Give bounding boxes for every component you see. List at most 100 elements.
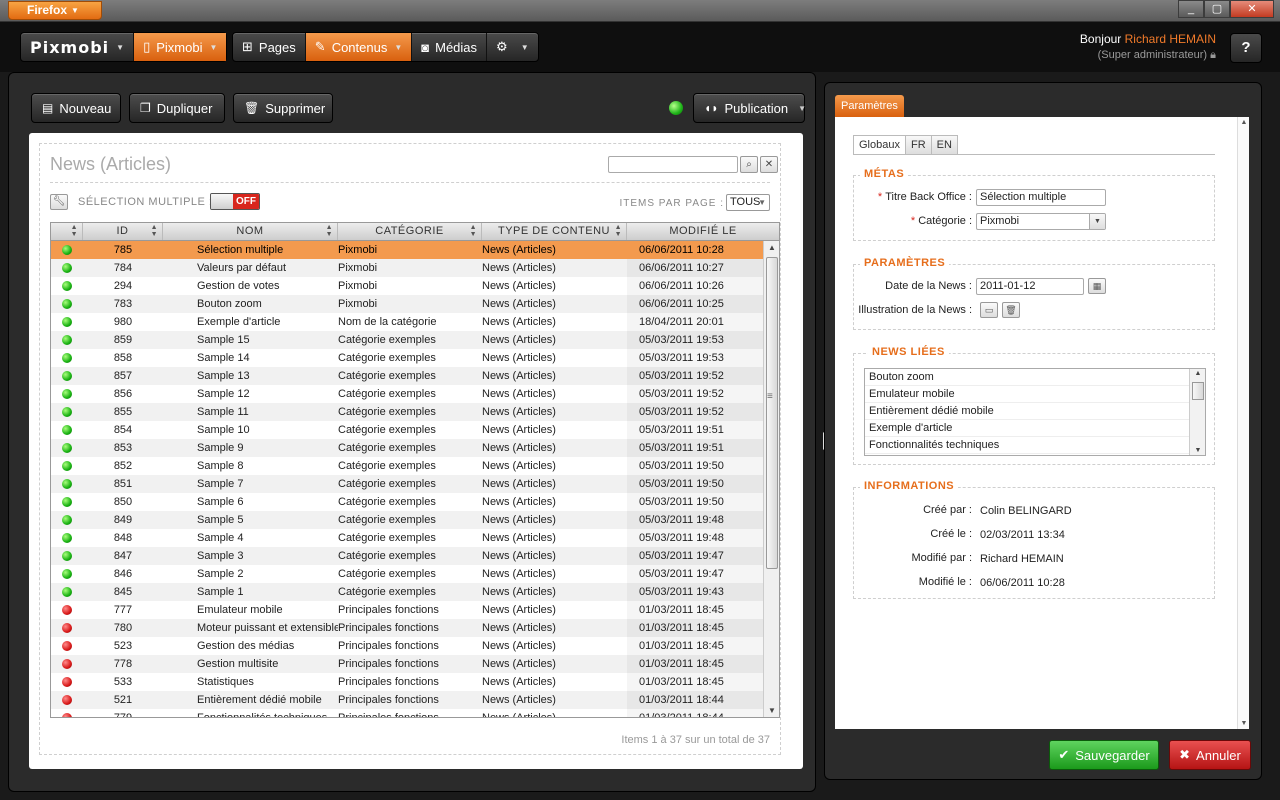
name-cell: Entièrement dédié mobile: [197, 694, 322, 706]
list-item[interactable]: Emulateur mobile: [865, 386, 1205, 403]
table-row[interactable]: 852 Sample 8 Catégorie exemples News (Artic…: [51, 457, 779, 475]
delete-button[interactable]: 🗑︎ Supprimer: [233, 93, 333, 123]
name-cell: Sample 9: [197, 442, 244, 454]
table-row[interactable]: 858 Sample 14 Catégorie exemples News (Arti…: [51, 349, 779, 367]
user-name-link[interactable]: Richard HEMAIN: [1125, 32, 1216, 46]
cancel-button[interactable]: ✖ Annuler: [1169, 740, 1251, 770]
table-row[interactable]: 784 Valeurs par défaut Pixmobi News (Articl…: [51, 259, 779, 277]
table-row[interactable]: 294 Gestion de votes Pixmobi News (Articles…: [51, 277, 779, 295]
table-row[interactable]: 846 Sample 2 Catégorie exemples News (Artic…: [51, 565, 779, 583]
table-row[interactable]: 523 Gestion des médias Principales fonctio…: [51, 637, 779, 655]
logo-menu[interactable]: Pixmobi ▼: [21, 33, 135, 61]
status-dot-icon: [62, 605, 72, 615]
scroll-down-icon[interactable]: ▼: [764, 706, 779, 715]
table-row[interactable]: 778 Gestion multisite Principales fonction…: [51, 655, 779, 673]
site-selector[interactable]: ▯ Pixmobi ▼: [134, 33, 227, 61]
table-scrollbar[interactable]: ▲ ≡ ▼: [763, 241, 779, 717]
list-item[interactable]: Bouton zoom: [865, 369, 1205, 386]
table-row[interactable]: 851 Sample 7 Catégorie exemples News (Artic…: [51, 475, 779, 493]
table-row[interactable]: 855 Sample 11 Catégorie exemples News (Arti…: [51, 403, 779, 421]
table-row[interactable]: 777 Emulateur mobile Principales fonctions…: [51, 601, 779, 619]
browse-image-button[interactable]: ▭: [980, 302, 998, 318]
nav-settings[interactable]: ⚙ ▼: [487, 33, 538, 61]
list-item[interactable]: Exemple d'article: [865, 420, 1205, 437]
list-item[interactable]: Entièrement dédié mobile: [865, 403, 1205, 420]
category-cell: Pixmobi: [338, 262, 378, 274]
column-header-modified[interactable]: MODIFIÉ LE▼: [627, 223, 779, 240]
column-header-id[interactable]: ID ▲ ▼: [83, 223, 163, 240]
nav-medias[interactable]: ◙ Médias: [412, 33, 488, 61]
table-row[interactable]: 850 Sample 6 Catégorie exemples News (Artic…: [51, 493, 779, 511]
maximize-button[interactable]: ▢: [1204, 0, 1230, 18]
table-row[interactable]: 779Fonctionnalités techniquesPrincipales…: [51, 709, 779, 717]
scroll-down-icon[interactable]: ▼: [1238, 720, 1250, 727]
table-row[interactable]: 854 Sample 10 Catégorie exemples News (Arti…: [51, 421, 779, 439]
category-select[interactable]: Pixmobi ▼: [976, 213, 1106, 230]
table-row[interactable]: 849 Sample 5 Catégorie exemples News (Artic…: [51, 511, 779, 529]
table-row[interactable]: 780 Moteur puissant et extensible Principa…: [51, 619, 779, 637]
table-row[interactable]: 848 Sample 4 Catégorie exemples News (Artic…: [51, 529, 779, 547]
chevron-down-icon: ▼: [520, 42, 529, 52]
status-cell: [51, 583, 83, 601]
clear-search-button[interactable]: ✕: [760, 156, 778, 173]
table-row[interactable]: 783 Bouton zoom Pixmobi News (Articles) 06/0…: [51, 295, 779, 313]
table-row[interactable]: 521 Entièrement dédié mobile Principales f…: [51, 691, 779, 709]
help-button[interactable]: ?: [1230, 33, 1262, 63]
table-row[interactable]: 853 Sample 9 Catégorie exemples News (Artic…: [51, 439, 779, 457]
duplicate-button[interactable]: ❐ Dupliquer: [129, 93, 225, 123]
scrollbar-thumb[interactable]: [1192, 382, 1204, 400]
nav-pages[interactable]: ⊞ Pages: [233, 33, 306, 61]
tab-parameters[interactable]: Paramètres: [835, 95, 904, 117]
title-field[interactable]: Sélection multiple: [976, 189, 1106, 206]
close-window-button[interactable]: ✕: [1230, 0, 1274, 18]
related-news-list[interactable]: Bouton zoom Emulateur mobile Entièrement d…: [864, 368, 1206, 456]
table-row[interactable]: 845 Sample 1 Catégorie exemples News (Artic…: [51, 583, 779, 601]
table-row[interactable]: 857 Sample 13 Catégorie exemples News (Arti…: [51, 367, 779, 385]
scroll-down-icon[interactable]: ▼: [1190, 447, 1205, 454]
id-cell: 850: [113, 496, 133, 508]
new-button[interactable]: ▤ Nouveau: [31, 93, 121, 123]
scroll-up-icon[interactable]: ▲: [764, 243, 779, 252]
column-header-status[interactable]: ▲ ▼: [51, 223, 83, 240]
tab-fr[interactable]: FR: [904, 135, 932, 154]
metas-section: MÉTAS * Titre Back Office : Sélection mul…: [853, 168, 1215, 241]
scroll-up-icon[interactable]: ▲: [1238, 119, 1250, 126]
sort-icon: ▲ ▼: [70, 224, 78, 238]
search-button[interactable]: ⌕: [740, 156, 758, 173]
nav-contents[interactable]: ✎ Contenus ▼: [305, 33, 413, 61]
sort-icon: ▲ ▼: [150, 224, 158, 238]
column-header-category[interactable]: CATÉGORIE ▲ ▼: [338, 223, 482, 240]
save-button[interactable]: ✔ Sauvegarder: [1049, 740, 1159, 770]
scroll-up-icon[interactable]: ▲: [1190, 370, 1205, 377]
remove-image-button[interactable]: 🗑︎: [1002, 302, 1020, 318]
category-cell: Principales fonctions: [338, 709, 482, 717]
list-scrollbar[interactable]: ▲ ▼: [1189, 369, 1205, 455]
calendar-button[interactable]: ▦: [1088, 278, 1106, 294]
date-field[interactable]: 2011-01-12: [976, 278, 1084, 295]
list-options-button[interactable]: 🔧︎: [50, 194, 68, 210]
minimize-button[interactable]: _: [1178, 0, 1204, 18]
search-input[interactable]: [608, 156, 738, 173]
type-cell: News (Articles): [482, 496, 556, 508]
table-row[interactable]: 533 Statistiques Principales fonctions News…: [51, 673, 779, 691]
tab-en[interactable]: EN: [930, 135, 958, 154]
multi-select-toggle[interactable]: OFF: [210, 193, 260, 210]
column-header-type[interactable]: TYPE DE CONTENU ▲ ▼: [482, 223, 627, 240]
table-row[interactable]: 847 Sample 3 Catégorie exemples News (Artic…: [51, 547, 779, 565]
firefox-menu-button[interactable]: Firefox ▼: [8, 1, 102, 20]
tab-globaux[interactable]: Globaux: [853, 135, 906, 154]
modified-cell: 01/03/2011 18:45: [627, 619, 777, 637]
table-header: ▲ ▼ ID ▲ ▼ NOM ▲ ▼ CATÉGORIE ▲ ▼ TYPE DE CONTEN…: [51, 223, 779, 241]
table-row[interactable]: 785 Sélection multiple Pixmobi News (Articl…: [51, 241, 779, 259]
items-per-page-select[interactable]: TOUS ▼: [726, 194, 770, 211]
table-row[interactable]: 856 Sample 12 Catégorie exemples News (Arti…: [51, 385, 779, 403]
status-cell: [51, 565, 83, 583]
column-header-name[interactable]: NOM ▲ ▼: [163, 223, 338, 240]
panel-scrollbar[interactable]: ▲ ▼: [1237, 117, 1249, 729]
table-row[interactable]: 859 Sample 15 Catégorie exemples News (Arti…: [51, 331, 779, 349]
name-cell: Sample 15: [197, 334, 250, 346]
list-item[interactable]: Fonctionnalités techniques: [865, 437, 1205, 454]
publication-dropdown[interactable]: ◖◗ Publication ▼: [693, 93, 806, 123]
table-row[interactable]: 980 Exemple d'article Nom de la catégorie N…: [51, 313, 779, 331]
scrollbar-thumb[interactable]: [766, 257, 778, 569]
